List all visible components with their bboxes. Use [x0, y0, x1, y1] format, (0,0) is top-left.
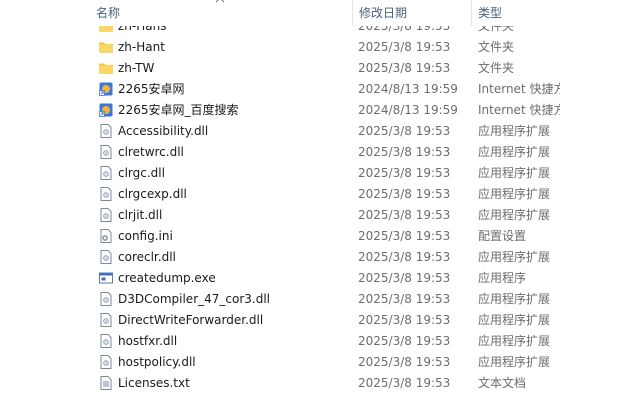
dll-file-icon — [98, 207, 114, 223]
file-date-modified: 2025/3/8 19:53 — [358, 208, 451, 222]
file-date-modified: 2025/3/8 19:53 — [358, 145, 451, 159]
file-type: 应用程序扩展 — [478, 355, 551, 369]
ini-file-icon — [98, 228, 114, 244]
dll-file-icon — [98, 312, 114, 328]
dll-file-icon — [98, 123, 114, 139]
file-list: zh-Hans 2025/3/8 19:53 文件夹 zh-Hant 2025/3/8 … — [0, 16, 640, 400]
file-type: 应用程序扩展 — [478, 292, 551, 306]
file-type: 应用程序扩展 — [478, 187, 551, 201]
file-row[interactable]: D3DCompiler_47_cor3.dll 2025/3/8 19:53 应用程… — [90, 289, 640, 310]
file-date-modified: 2025/3/8 19:53 — [358, 292, 451, 306]
dll-file-icon — [98, 333, 114, 349]
file-type: 应用程序扩展 — [478, 334, 551, 348]
file-date-modified: 2025/3/8 19:53 — [358, 271, 451, 285]
file-date-modified: 2025/3/8 19:53 — [358, 376, 451, 390]
file-name: Accessibility.dll — [118, 124, 209, 138]
file-type: 应用程序扩展 — [478, 313, 551, 327]
file-date-modified: 2025/3/8 19:53 — [358, 61, 451, 75]
file-name: 2265安卓网_百度搜索 — [118, 103, 239, 117]
file-type: Internet 快捷方式 — [478, 82, 560, 96]
folder-icon — [98, 60, 114, 76]
file-type: 应用程序扩展 — [478, 250, 551, 264]
column-header-type[interactable]: 类型 — [471, 0, 640, 26]
file-date-modified: 2025/3/8 19:53 — [358, 313, 451, 327]
file-type: 应用程序扩展 — [478, 166, 551, 180]
file-type: Internet 快捷方式 — [478, 103, 560, 117]
file-type: 文本文档 — [478, 376, 527, 390]
file-row[interactable]: Accessibility.dll 2025/3/8 19:53 应用程序扩展 — [90, 121, 640, 142]
file-name: 2265安卓网 — [118, 82, 185, 96]
file-row[interactable]: clrgc.dll 2025/3/8 19:53 应用程序扩展 — [90, 163, 640, 184]
file-date-modified: 2025/3/8 19:53 — [358, 355, 451, 369]
file-name: DirectWriteForwarder.dll — [118, 313, 264, 327]
folder-icon — [98, 39, 114, 55]
file-row[interactable]: createdump.exe 2025/3/8 19:53 应用程序 — [90, 268, 640, 289]
file-row[interactable]: coreclr.dll 2025/3/8 19:53 应用程序扩展 — [90, 247, 640, 268]
dll-file-icon — [98, 144, 114, 160]
dll-file-icon — [98, 186, 114, 202]
file-name: hostpolicy.dll — [118, 355, 196, 369]
dll-file-icon — [98, 291, 114, 307]
file-row[interactable]: DirectWriteForwarder.dll 2025/3/8 19:53 应用… — [90, 310, 640, 331]
file-row[interactable]: config.ini 2025/3/8 19:53 配置设置 — [90, 226, 640, 247]
dll-file-icon — [98, 165, 114, 181]
file-type: 应用程序扩展 — [478, 124, 551, 138]
file-date-modified: 2024/8/13 19:59 — [358, 103, 458, 117]
file-name: clretwrc.dll — [118, 145, 184, 159]
file-row[interactable]: clretwrc.dll 2025/3/8 19:53 应用程序扩展 — [90, 142, 640, 163]
file-name: zh-TW — [118, 61, 155, 75]
file-name: D3DCompiler_47_cor3.dll — [118, 292, 271, 306]
file-name: clrjit.dll — [118, 208, 163, 222]
file-name: hostfxr.dll — [118, 334, 178, 348]
internet-shortcut-icon — [98, 81, 114, 97]
file-name: Licenses.txt — [118, 376, 190, 390]
column-header-name[interactable]: 名称 — [90, 0, 352, 26]
file-date-modified: 2025/3/8 19:53 — [358, 229, 451, 243]
file-date-modified: 2025/3/8 19:53 — [358, 334, 451, 348]
file-type: 应用程序扩展 — [478, 145, 551, 159]
dll-file-icon — [98, 249, 114, 265]
file-row[interactable]: 2265安卓网 2024/8/13 19:59 Internet 快捷方式 — [90, 79, 640, 100]
text-file-icon — [98, 375, 114, 391]
file-date-modified: 2025/3/8 19:53 — [358, 187, 451, 201]
file-name: createdump.exe — [118, 271, 216, 285]
exe-file-icon — [98, 270, 114, 286]
file-type: 文件夹 — [478, 40, 515, 54]
file-date-modified: 2025/3/8 19:53 — [358, 40, 451, 54]
file-row[interactable]: hostfxr.dll 2025/3/8 19:53 应用程序扩展 — [90, 331, 640, 352]
file-type: 配置设置 — [478, 229, 527, 243]
file-name: clrgc.dll — [118, 166, 165, 180]
column-header-bar: 名称 修改日期 类型 — [0, 0, 640, 26]
file-row[interactable]: Licenses.txt 2025/3/8 19:53 文本文档 — [90, 373, 640, 394]
file-row[interactable]: zh-TW 2025/3/8 19:53 文件夹 — [90, 58, 640, 79]
file-type: 应用程序 — [478, 271, 527, 285]
file-name: clrgcexp.dll — [118, 187, 187, 201]
dll-file-icon — [98, 354, 114, 370]
file-row[interactable]: hostpolicy.dll 2025/3/8 19:53 应用程序扩展 — [90, 352, 640, 373]
file-name: zh-Hant — [118, 40, 165, 54]
file-row[interactable]: clrgcexp.dll 2025/3/8 19:53 应用程序扩展 — [90, 184, 640, 205]
file-row[interactable]: 2265安卓网_百度搜索 2024/8/13 19:59 Internet 快捷方式 — [90, 100, 640, 121]
file-name: coreclr.dll — [118, 250, 176, 264]
file-type: 文件夹 — [478, 61, 515, 75]
file-name: config.ini — [118, 229, 173, 243]
file-date-modified: 2025/3/8 19:53 — [358, 250, 451, 264]
file-row[interactable]: clrjit.dll 2025/3/8 19:53 应用程序扩展 — [90, 205, 640, 226]
file-date-modified: 2024/8/13 19:59 — [358, 82, 458, 96]
file-date-modified: 2025/3/8 19:53 — [358, 166, 451, 180]
file-type: 应用程序扩展 — [478, 208, 551, 222]
internet-shortcut-icon — [98, 102, 114, 118]
file-date-modified: 2025/3/8 19:53 — [358, 124, 451, 138]
file-row[interactable]: zh-Hant 2025/3/8 19:53 文件夹 — [90, 37, 640, 58]
column-header-date-modified[interactable]: 修改日期 — [352, 0, 471, 26]
